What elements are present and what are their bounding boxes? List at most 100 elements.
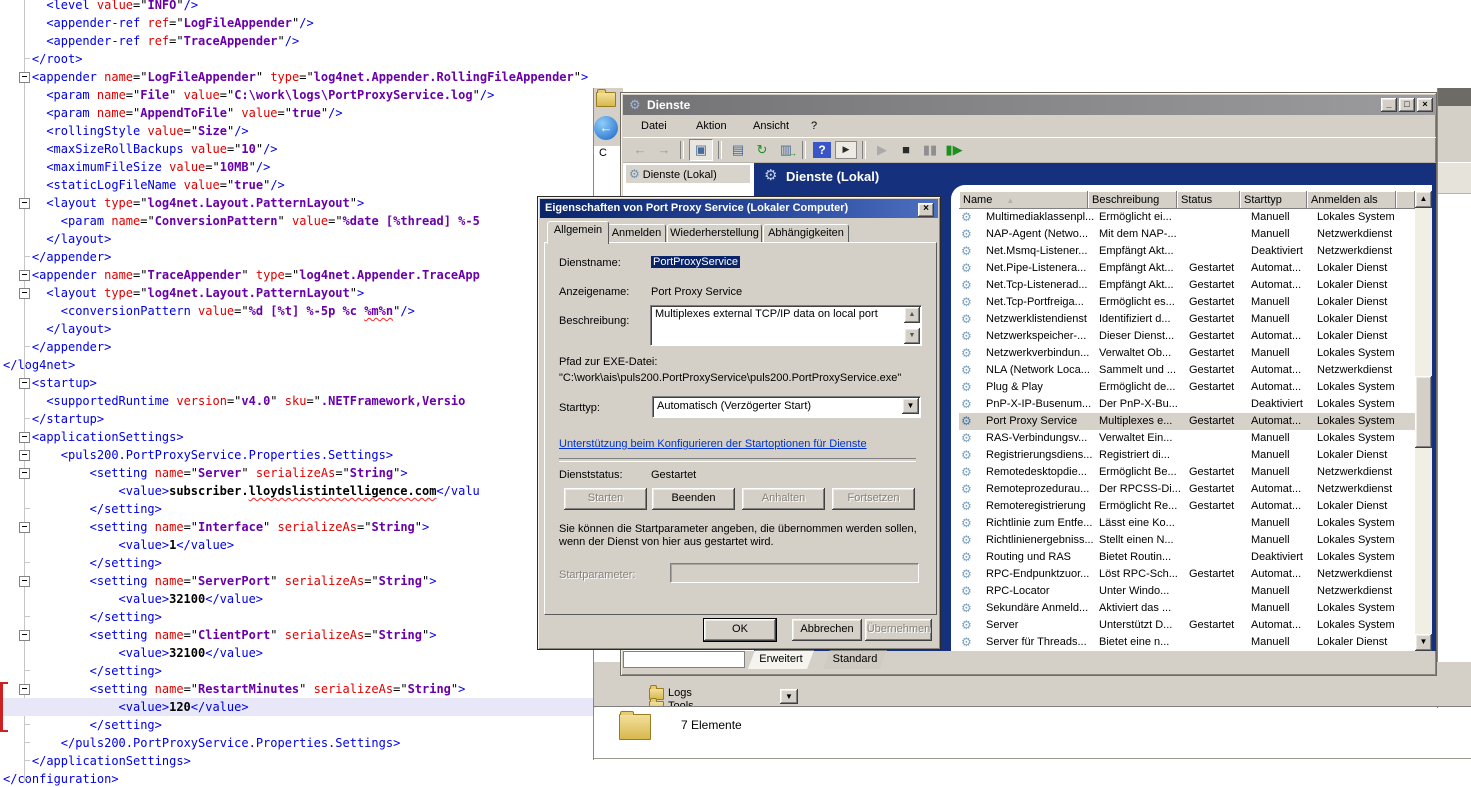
tab-abhängigkeiten[interactable]: Abhängigkeiten	[763, 224, 849, 244]
toolbar-forward-icon[interactable]: →	[653, 140, 675, 160]
maximize-button[interactable]: □	[1399, 98, 1415, 112]
service-row[interactable]: ⚙Net.Tcp-Listenerad...Empfängt Akt...Ges…	[959, 277, 1415, 294]
service-row[interactable]: ⚙Remotedesktopdie...Ermöglicht Be...Gest…	[959, 464, 1415, 481]
toolbar-help-icon[interactable]: ?	[813, 142, 831, 158]
list-scrollbar[interactable]: ▲ ▼	[1415, 191, 1432, 651]
toolbar-extended-view-icon[interactable]: ▶	[835, 141, 857, 159]
scroll-up-button[interactable]: ▲	[1415, 191, 1432, 208]
cell: Löst RPC-Sch...	[1099, 567, 1187, 582]
fortsetzen-button[interactable]: Fortsetzen	[832, 488, 915, 510]
toolbar-back-icon[interactable]: ←	[629, 140, 651, 160]
tree-item-logs[interactable]: Logs	[668, 687, 692, 699]
fold-toggle-icon[interactable]	[19, 630, 30, 641]
service-row[interactable]: ⚙NLA (Network Loca...Sammelt und ...Gest…	[959, 362, 1415, 379]
fold-toggle-icon[interactable]	[19, 72, 30, 83]
menu-ansicht[interactable]: Ansicht	[753, 120, 789, 132]
abbrechen-button[interactable]: Abbrechen	[792, 619, 862, 641]
service-row[interactable]: ⚙Netzwerkspeicher-...Dieser Dienst...Ges…	[959, 328, 1415, 345]
cell: Manuell	[1251, 516, 1315, 531]
column-header-anmelden-als[interactable]: Anmelden als	[1307, 191, 1396, 209]
anhalten-button[interactable]: Anhalten	[742, 488, 825, 510]
starten-button[interactable]: Starten	[564, 488, 647, 510]
close-button[interactable]: ×	[1417, 98, 1433, 112]
tab-anmelden[interactable]: Anmelden	[607, 224, 666, 244]
toolbar-start-service-icon[interactable]: ▶	[871, 140, 893, 160]
service-row[interactable]: ⚙Remoteprozedurau...Der RPCSS-Di...Gesta…	[959, 481, 1415, 498]
cell: Lokales System	[1317, 431, 1412, 446]
beenden-button[interactable]: Beenden	[652, 488, 735, 510]
column-header-starttyp[interactable]: Starttyp	[1240, 191, 1307, 209]
scroll-thumb[interactable]	[1415, 376, 1432, 448]
toolbar-stop-service-icon[interactable]: ■	[895, 140, 917, 160]
service-row[interactable]: ⚙Plug & PlayErmöglicht de...GestartetAut…	[959, 379, 1415, 396]
service-row[interactable]: ⚙NAP-Agent (Netwo...Mit dem NAP-...Manue…	[959, 226, 1415, 243]
toolbar-export-list-icon[interactable]: ▥→	[775, 140, 797, 160]
cell: Manuell	[1251, 635, 1315, 650]
service-row[interactable]: ⚙Port Proxy ServiceMultiplexes e...Gesta…	[959, 413, 1415, 430]
service-row[interactable]: ⚙NetzwerklistendienstIdentifiziert d...G…	[959, 311, 1415, 328]
scroll-down-button[interactable]: ▼	[1415, 634, 1432, 651]
tab-allgemein[interactable]: Allgemein	[547, 221, 609, 244]
code-token: name	[155, 574, 184, 588]
service-row[interactable]: ⚙RemoteregistrierungErmöglicht Re...Gest…	[959, 498, 1415, 515]
description-field[interactable]: Multiplexes external TCP/IP data on loca…	[650, 305, 922, 346]
dialog-titlebar[interactable]: Eigenschaften von Port Proxy Service (Lo…	[540, 199, 938, 218]
services-titlebar[interactable]: ⚙ Dienste _ □ ×	[623, 95, 1436, 115]
service-row[interactable]: ⚙Net.Tcp-Portfreiga...Ermöglicht es...Ge…	[959, 294, 1415, 311]
tree-dropdown-button[interactable]: ▼	[780, 689, 798, 704]
fold-toggle-icon[interactable]	[19, 432, 30, 443]
toolbar-refresh-icon[interactable]: ↻	[751, 140, 773, 160]
toolbar-restart-service-icon[interactable]: ▮▶	[943, 140, 965, 160]
toolbar-properties-icon[interactable]: ▤	[727, 140, 749, 160]
code-token: name	[97, 106, 126, 120]
column-header-name[interactable]: Name▲	[959, 191, 1088, 209]
startup-options-help-link[interactable]: Unterstützung beim Konfigurieren der Sta…	[559, 438, 867, 450]
service-row[interactable]: ⚙Sekundäre Anmeld...Aktiviert das ...Man…	[959, 600, 1415, 617]
fold-toggle-icon[interactable]	[19, 288, 30, 299]
scroll-up-icon[interactable]: ▲	[904, 307, 920, 323]
service-row[interactable]: ⚙RAS-Verbindungsv...Verwaltet Ein...Manu…	[959, 430, 1415, 447]
service-row[interactable]: ⚙Multimediaklassenpl...Ermöglicht ei...M…	[959, 209, 1415, 226]
minimize-button[interactable]: _	[1381, 98, 1397, 112]
tab-standard[interactable]: Standard	[823, 650, 887, 669]
service-row[interactable]: ⚙Routing und RASBietet Routin...Deaktivi…	[959, 549, 1415, 566]
fold-toggle-icon[interactable]	[19, 270, 30, 281]
explorer-back-button[interactable]: ←	[594, 116, 618, 140]
service-row[interactable]: ⚙Registrierungsdiens...Registriert di...…	[959, 447, 1415, 464]
service-row[interactable]: ⚙Net.Msmq-Listener...Empfängt Akt...Deak…	[959, 243, 1415, 260]
service-row[interactable]: ⚙Richtlinie zum Entfe...Lässt eine Ko...…	[959, 515, 1415, 532]
service-row[interactable]: ⚙RPC-Endpunktzuor...Löst RPC-Sch...Gesta…	[959, 566, 1415, 583]
service-row[interactable]: ⚙PnP-X-IP-Busenum...Der PnP-X-Bu...Deakt…	[959, 396, 1415, 413]
service-row[interactable]: ⚙Server für Threads...Bietet eine n...Ma…	[959, 634, 1415, 651]
column-header-beschreibung[interactable]: Beschreibung	[1088, 191, 1177, 209]
tab-wiederherstellung[interactable]: Wiederherstellung	[667, 224, 762, 244]
fold-toggle-icon[interactable]	[19, 522, 30, 533]
service-row[interactable]: ⚙RPC-LocatorUnter Windo...ManuellNetzwer…	[959, 583, 1415, 600]
service-row[interactable]: ⚙ServerUnterstützt D...GestartetAutomat.…	[959, 617, 1415, 634]
service-row[interactable]: ⚙Richtlinienergebniss...Stellt einen N..…	[959, 532, 1415, 549]
dialog-close-button[interactable]: ×	[918, 203, 934, 217]
toolbar-show-console-tree-icon[interactable]: ▣	[689, 139, 713, 161]
fold-toggle-icon[interactable]	[19, 378, 30, 389]
toolbar-pause-service-icon[interactable]: ▮▮	[919, 140, 941, 160]
startup-type-select[interactable]: Automatisch (Verzögerter Start) ▼	[652, 396, 921, 418]
fold-toggle-icon[interactable]	[19, 450, 30, 461]
menu-aktion[interactable]: Aktion	[696, 120, 727, 132]
fold-toggle-icon[interactable]	[19, 468, 30, 479]
service-row[interactable]: ⚙Net.Pipe-Listenera...Empfängt Akt...Ges…	[959, 260, 1415, 277]
tab-erweitert[interactable]: Erweitert	[748, 650, 814, 669]
chevron-down-icon[interactable]: ▼	[902, 398, 919, 414]
column-header-status[interactable]: Status	[1177, 191, 1240, 209]
menu-datei[interactable]: Datei	[641, 120, 667, 132]
menu-help[interactable]: ?	[811, 120, 817, 132]
ok-button[interactable]: OK	[704, 619, 776, 641]
code-token: />	[285, 34, 299, 48]
tree-item-dienste-lokal[interactable]: ⚙Dienste (Lokal)	[626, 165, 750, 183]
fold-toggle-icon[interactable]	[19, 576, 30, 587]
start-params-input[interactable]	[670, 563, 919, 583]
fold-toggle-icon[interactable]	[19, 198, 30, 209]
fold-toggle-icon[interactable]	[19, 684, 30, 695]
scroll-down-icon[interactable]: ▼	[904, 328, 920, 344]
ubernehmen-button[interactable]: Übernehmen	[865, 619, 932, 641]
service-row[interactable]: ⚙Netzwerkverbindun...Verwaltet Ob...Gest…	[959, 345, 1415, 362]
